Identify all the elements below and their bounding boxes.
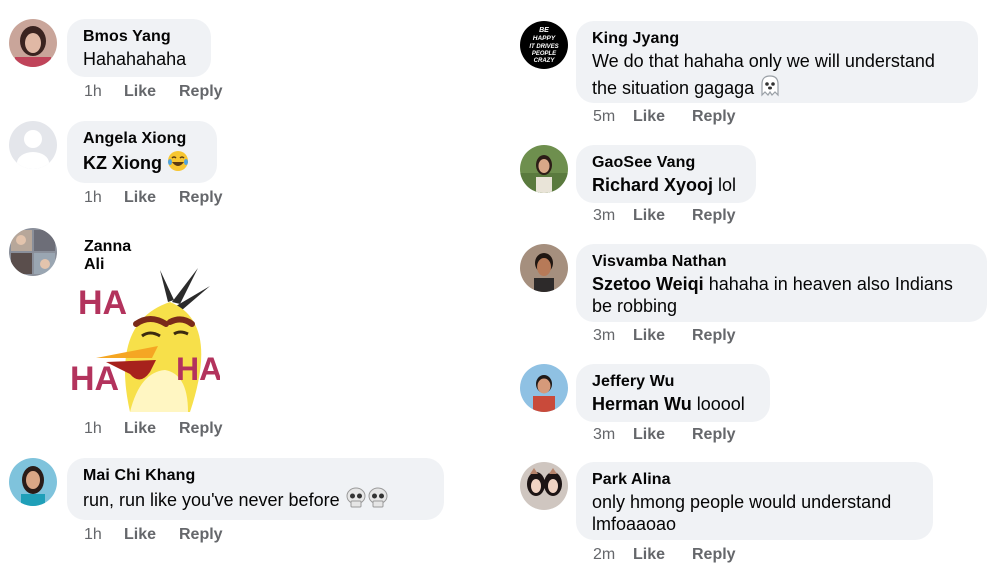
reply-button[interactable]: Reply <box>179 189 223 207</box>
sticker-text: HA <box>78 284 127 322</box>
mention-link[interactable]: Szetoo Weiqi <box>592 274 704 294</box>
comment-actions: 3m Like Reply <box>593 327 736 345</box>
comment-timestamp[interactable]: 3m <box>593 426 633 444</box>
comment-bubble: King Jyang We do that hahaha only we wil… <box>576 21 978 103</box>
comment-text: Richard Xyooj lol <box>592 174 740 197</box>
avatar[interactable] <box>9 19 57 67</box>
comment-actions: 2m Like Reply <box>593 546 736 564</box>
comment-actions: 3m Like Reply <box>593 207 736 225</box>
comment-bubble: GaoSee Vang Richard Xyooj lol <box>576 145 756 203</box>
avatar-text: HAPPY <box>533 35 556 42</box>
avatar[interactable] <box>520 145 568 193</box>
comment-author[interactable]: Bmos Yang <box>83 27 195 47</box>
like-button[interactable]: Like <box>633 426 692 444</box>
comment-text: Herman Wu looool <box>592 393 754 416</box>
comment-text-body: the situation gagaga <box>592 78 755 98</box>
skull-icon <box>345 487 389 515</box>
like-button[interactable]: Like <box>124 83 179 101</box>
comment-timestamp[interactable]: 1h <box>84 420 124 438</box>
avatar-default-icon[interactable] <box>9 121 57 169</box>
avatar-text: PEOPLE <box>532 51 557 57</box>
like-button[interactable]: Like <box>124 526 179 544</box>
comment-bubble: Bmos Yang Hahahahaha <box>67 19 211 77</box>
mention-link[interactable]: Richard Xyooj <box>592 175 713 195</box>
comment-timestamp[interactable]: 3m <box>593 207 633 225</box>
comment-author[interactable]: Angela Xiong <box>83 129 201 149</box>
comment-actions: 5m Like Reply <box>593 108 736 126</box>
reply-button[interactable]: Reply <box>692 426 736 444</box>
comment-text: be robbing <box>592 296 678 316</box>
comment-author[interactable]: King Jyang <box>592 29 962 49</box>
comment-actions: 3m Like Reply <box>593 426 736 444</box>
mention-link[interactable]: KZ Xiong <box>83 153 162 173</box>
comment-text: lmfoaaoao <box>592 514 677 534</box>
like-button[interactable]: Like <box>124 189 179 207</box>
comment-text: Szetoo Weiqi hahaha in heaven also India… <box>592 273 971 296</box>
comment-author[interactable]: Jeffery Wu <box>592 372 754 392</box>
comment-timestamp[interactable]: 1h <box>84 189 124 207</box>
comment-bubble: Park Alina only hmong people would under… <box>576 462 933 540</box>
comment-bubble: Visvamba Nathan Szetoo Weiqi hahaha in h… <box>576 244 987 322</box>
reply-button[interactable]: Reply <box>179 83 223 101</box>
comment-text: Hahahahaha <box>83 49 187 69</box>
comment-author[interactable]: Visvamba Nathan <box>592 252 971 272</box>
sticker-text: HA <box>70 360 119 398</box>
comment-timestamp[interactable]: 2m <box>593 546 633 564</box>
comment-actions: 1h Like Reply <box>84 83 223 101</box>
comment-text: only hmong people would understand <box>592 492 892 512</box>
like-button[interactable]: Like <box>633 108 692 126</box>
avatar-text: IT DRIVES <box>529 44 558 50</box>
comment-timestamp[interactable]: 1h <box>84 83 124 101</box>
comment-text: KZ Xiong <box>83 150 201 178</box>
comment-timestamp[interactable]: 1h <box>84 526 124 544</box>
reply-button[interactable]: Reply <box>179 526 223 544</box>
comment-bubble: Angela Xiong KZ Xiong <box>67 121 217 183</box>
avatar[interactable] <box>520 244 568 292</box>
sticker-text: HA <box>176 351 220 387</box>
comment-timestamp[interactable]: 5m <box>593 108 633 126</box>
avatar-text: CRAZY <box>534 58 556 64</box>
like-button[interactable]: Like <box>633 327 692 345</box>
reply-button[interactable]: Reply <box>692 327 736 345</box>
comment-text: run, run like you've never before <box>83 487 428 515</box>
like-button[interactable]: Like <box>124 420 179 438</box>
comment-text-body: lol <box>713 175 737 195</box>
reply-button[interactable]: Reply <box>692 207 736 225</box>
avatar[interactable] <box>9 228 57 276</box>
avatar[interactable] <box>520 462 568 510</box>
comment-text-body: looool <box>691 394 745 414</box>
comment-text: the situation gagaga <box>592 75 962 103</box>
avatar-text: BE <box>539 27 549 34</box>
comment-timestamp[interactable]: 3m <box>593 327 633 345</box>
comment-actions: 1h Like Reply <box>84 420 223 438</box>
reply-button[interactable]: Reply <box>692 546 736 564</box>
avatar[interactable] <box>9 458 57 506</box>
comment-text-body: hahaha in heaven also Indians <box>703 274 953 294</box>
comment-bubble: Jeffery Wu Herman Wu looool <box>576 364 770 422</box>
comment-author[interactable]: GaoSee Vang <box>592 153 740 173</box>
comment-actions: 1h Like Reply <box>84 189 223 207</box>
laughing-bird-sticker-icon: HA HA HA <box>70 262 222 414</box>
reply-button[interactable]: Reply <box>692 108 736 126</box>
like-button[interactable]: Like <box>633 546 692 564</box>
avatar[interactable]: BE HAPPY IT DRIVES PEOPLE CRAZY <box>520 21 568 69</box>
ghost-icon <box>759 75 781 103</box>
laughing-tears-emoji-icon <box>167 150 189 178</box>
comment-actions: 1h Like Reply <box>84 526 223 544</box>
like-button[interactable]: Like <box>633 207 692 225</box>
comment-text: We do that hahaha only we will understan… <box>592 51 935 71</box>
comment-author[interactable]: Mai Chi Khang <box>83 466 428 486</box>
mention-link[interactable]: Herman Wu <box>592 394 692 414</box>
comment-text-body: run, run like you've never before <box>83 490 340 510</box>
avatar[interactable] <box>520 364 568 412</box>
comment-bubble: Mai Chi Khang run, run like you've never… <box>67 458 444 520</box>
reply-button[interactable]: Reply <box>179 420 223 438</box>
comment-author[interactable]: Park Alina <box>592 470 917 490</box>
